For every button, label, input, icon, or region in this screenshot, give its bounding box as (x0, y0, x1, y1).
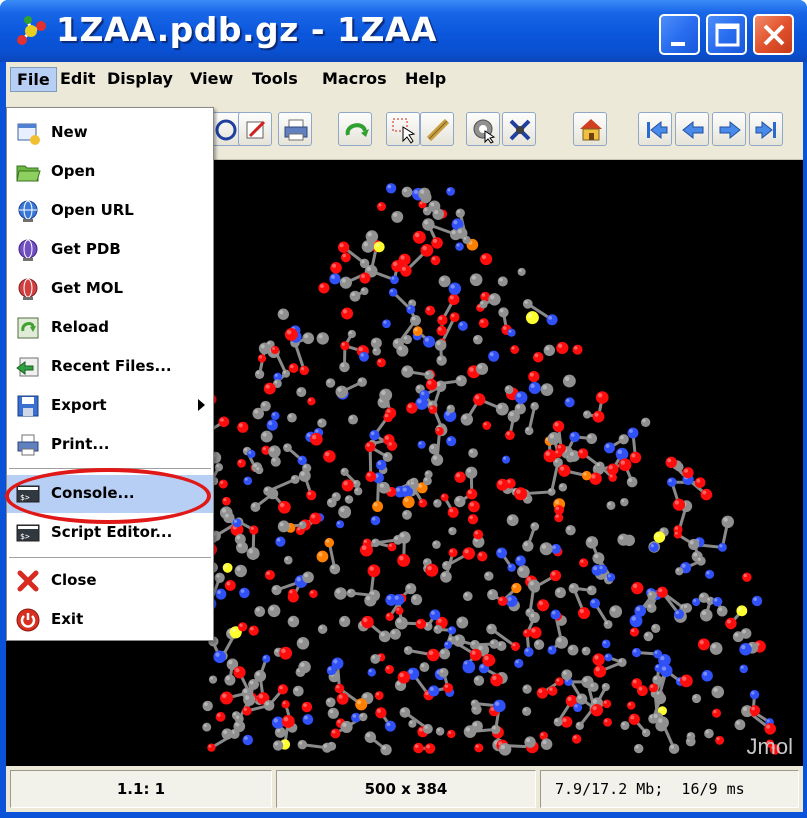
menu-item-label: Open (51, 162, 96, 180)
file-menu-dropdown: New Open Open URL Get PDB Get MOL Reload… (6, 107, 214, 641)
open-folder-icon (16, 165, 41, 182)
status-frame: 1.1: 1 (10, 770, 272, 808)
menu-item-script-editor[interactable]: $> Script Editor... (7, 514, 213, 552)
menu-item-label: Reload (51, 318, 110, 336)
pick-button[interactable] (386, 112, 420, 146)
status-bar: 1.1: 1 500 x 384 7.9/17.2 Mb; 16/9 ms (6, 766, 803, 812)
mol-globe-icon (18, 278, 38, 300)
menu-item-label: Script Editor... (51, 523, 173, 541)
next-frame-button[interactable] (712, 112, 746, 146)
reload-icon (17, 317, 39, 339)
menu-item-new[interactable]: New (7, 114, 213, 152)
minimize-button[interactable] (659, 14, 700, 55)
menu-item-label: New (51, 123, 88, 141)
home-button[interactable] (573, 112, 607, 146)
new-file-icon (17, 123, 40, 145)
status-memory: 7.9/17.2 Mb; 16/9 ms (540, 770, 799, 808)
print-button[interactable] (278, 112, 312, 146)
svg-text:$>: $> (20, 493, 30, 502)
recent-files-icon (16, 357, 39, 377)
menu-item-get-pdb[interactable]: Get PDB (7, 231, 213, 269)
menu-item-label: Get MOL (51, 279, 124, 297)
menu-item-get-mol[interactable]: Get MOL (7, 270, 213, 308)
ruler-icon (426, 118, 450, 142)
printer-icon (17, 434, 39, 456)
menu-separator (9, 557, 211, 559)
menu-edit[interactable]: Edit (54, 67, 102, 92)
menu-item-console[interactable]: $> Console... (7, 475, 213, 513)
pdb-globe-icon (18, 239, 38, 261)
last-frame-icon (755, 120, 776, 140)
menu-item-label: Console... (51, 484, 135, 502)
menu-help[interactable]: Help (399, 67, 452, 92)
menu-item-print[interactable]: Print... (7, 426, 213, 464)
script-editor-icon: $> (16, 524, 40, 542)
menu-item-open[interactable]: Open (7, 153, 213, 191)
close-icon (763, 24, 785, 46)
prev-frame-icon (682, 120, 704, 140)
export-icon (17, 395, 39, 417)
print-icon (284, 119, 308, 141)
edit-button[interactable] (238, 112, 272, 146)
menu-bar: File Edit Display View Tools Macros Help (6, 62, 803, 96)
next-frame-icon (719, 120, 741, 140)
home-icon (580, 119, 602, 141)
menu-item-open-url[interactable]: Open URL (7, 192, 213, 230)
close-window-button[interactable] (753, 14, 794, 55)
rotate-button[interactable] (338, 112, 372, 146)
last-frame-button[interactable] (749, 112, 783, 146)
measure-button[interactable] (502, 112, 536, 146)
menu-file[interactable]: File (10, 67, 57, 92)
application-window: 1ZAA.pdb.gz - 1ZAA File Edit Display Vie… (0, 0, 807, 818)
edit-icon (246, 120, 266, 139)
maximize-button[interactable] (706, 14, 747, 55)
menu-separator (9, 468, 211, 470)
menu-item-label: Recent Files... (51, 357, 172, 375)
measure-icon (509, 119, 531, 141)
menu-view[interactable]: View (184, 67, 239, 92)
menu-display[interactable]: Display (101, 67, 179, 92)
menu-item-label: Export (51, 396, 107, 414)
rotate-icon (345, 123, 369, 137)
title-bar[interactable]: 1ZAA.pdb.gz - 1ZAA (0, 0, 807, 62)
menu-item-label: Open URL (51, 201, 134, 219)
minimize-icon (671, 42, 685, 46)
window-title: 1ZAA.pdb.gz - 1ZAA (56, 10, 437, 49)
menu-item-label: Exit (51, 610, 84, 628)
menu-item-label: Close (51, 571, 97, 589)
pick-icon (392, 118, 416, 144)
menu-item-reload[interactable]: Reload (7, 309, 213, 347)
power-icon (16, 608, 40, 632)
menu-macros[interactable]: Macros (316, 67, 393, 92)
menu-item-export[interactable]: Export (7, 387, 213, 425)
menu-item-label: Get PDB (51, 240, 121, 258)
menu-item-label: Print... (51, 435, 110, 453)
menu-tools[interactable]: Tools (246, 67, 304, 92)
menu-item-recent-files[interactable]: Recent Files... (7, 348, 213, 386)
maximize-icon (715, 23, 740, 47)
status-size: 500 x 384 (276, 770, 536, 808)
jmol-watermark: Jmol (746, 734, 793, 759)
globe-icon (18, 200, 38, 222)
jmol-molecule-icon (17, 16, 46, 45)
submenu-arrow-icon (198, 399, 205, 411)
prev-frame-button[interactable] (675, 112, 709, 146)
molecule-atoms (199, 183, 781, 756)
first-frame-icon (647, 120, 668, 140)
ruler-button[interactable] (420, 112, 454, 146)
svg-text:$>: $> (20, 532, 30, 541)
menu-item-exit[interactable]: Exit (7, 601, 213, 639)
first-frame-button[interactable] (638, 112, 672, 146)
spin-button[interactable] (466, 112, 500, 146)
spin-icon (473, 119, 496, 144)
console-icon: $> (16, 485, 40, 503)
menu-item-close[interactable]: Close (7, 562, 213, 600)
close-x-icon (17, 570, 39, 592)
